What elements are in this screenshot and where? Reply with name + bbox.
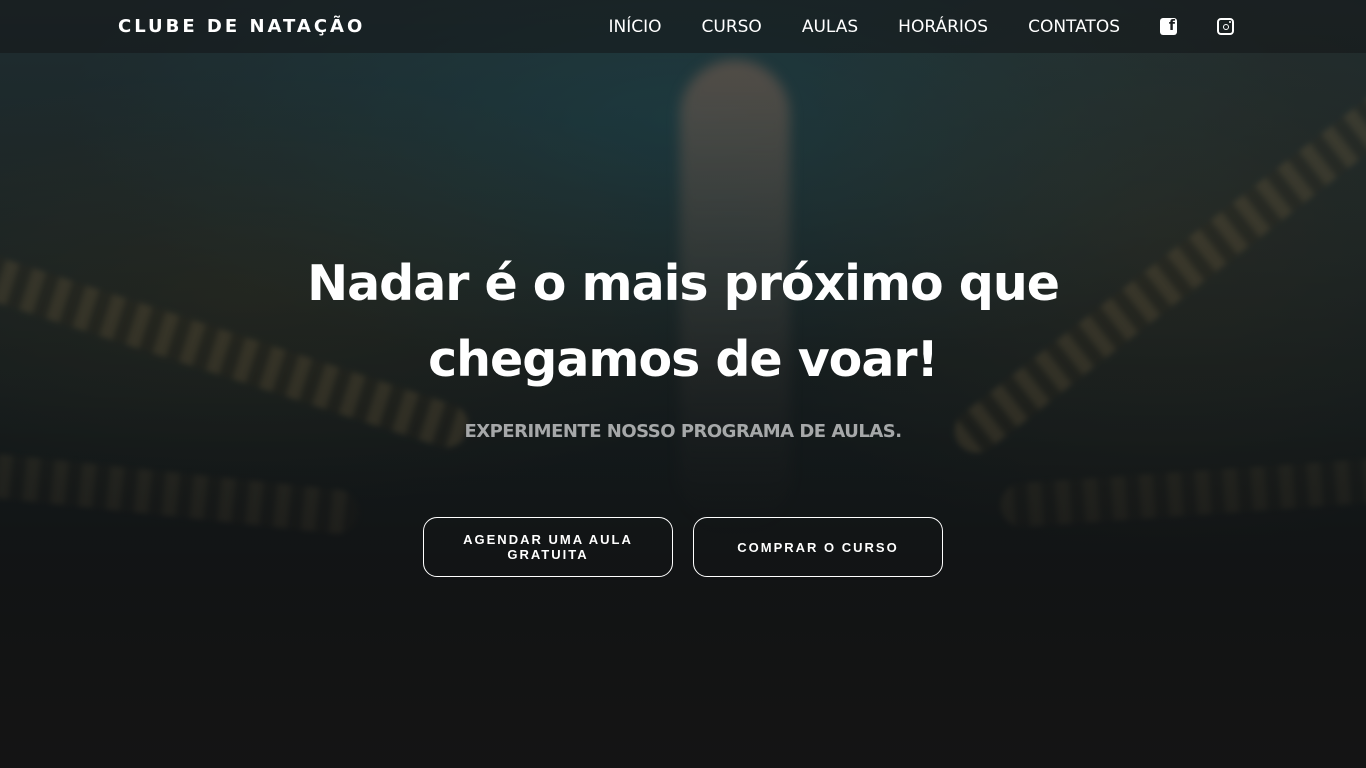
schedule-free-class-button[interactable]: AGENDAR UMA AULA GRATUITA bbox=[423, 517, 673, 577]
top-navbar: CLUBE DE NATAÇÃO INÍCIO CURSO AULAS HORÁ… bbox=[0, 0, 1366, 53]
hero-section: CLUBE DE NATAÇÃO INÍCIO CURSO AULAS HORÁ… bbox=[0, 0, 1366, 768]
nav-link-aulas[interactable]: AULAS bbox=[802, 17, 858, 37]
hero-subtitle: EXPERIMENTE NOSSO PROGRAMA DE AULAS. bbox=[464, 421, 902, 442]
nav-link-curso[interactable]: CURSO bbox=[702, 17, 762, 37]
nav-links: INÍCIO CURSO AULAS HORÁRIOS CONTATOS f bbox=[609, 0, 1234, 53]
nav-link-contatos[interactable]: CONTATOS bbox=[1028, 17, 1120, 37]
headline-line-2: chegamos de voar! bbox=[428, 331, 939, 388]
facebook-icon[interactable]: f bbox=[1160, 18, 1177, 35]
instagram-icon[interactable] bbox=[1217, 18, 1234, 35]
buy-course-button[interactable]: COMPRAR O CURSO bbox=[693, 517, 943, 577]
brand-logo[interactable]: CLUBE DE NATAÇÃO bbox=[118, 16, 365, 37]
headline-line-1: Nadar é o mais próximo que bbox=[307, 255, 1060, 312]
hero-headline: Nadar é o mais próximo que chegamos de v… bbox=[283, 246, 1083, 398]
nav-link-inicio[interactable]: INÍCIO bbox=[609, 17, 662, 37]
nav-link-horarios[interactable]: HORÁRIOS bbox=[898, 17, 988, 37]
